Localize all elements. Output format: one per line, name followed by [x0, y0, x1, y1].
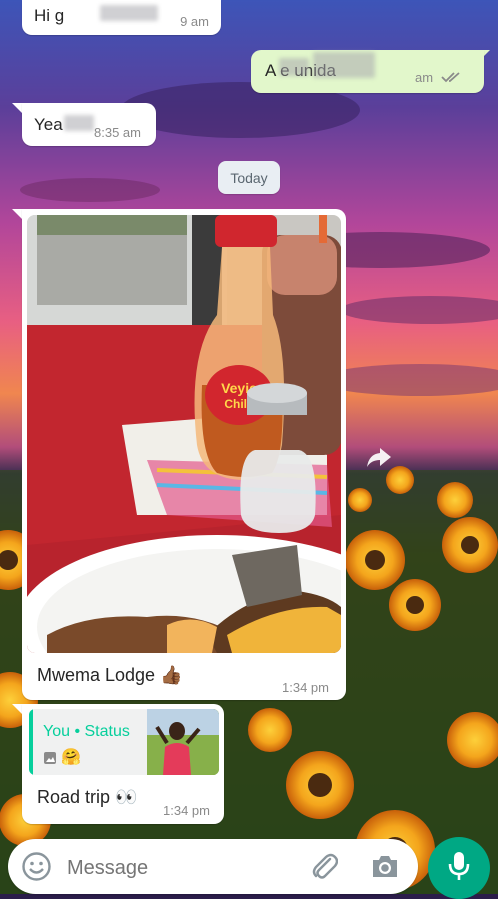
camera-icon[interactable] [370, 853, 400, 884]
thumbs-up-emoji: 👍🏾 [160, 665, 183, 685]
quote-emoji: 🤗 [61, 749, 81, 766]
message-text: Hi g [34, 6, 65, 25]
emoji-icon[interactable] [21, 851, 52, 887]
reply-text: Road trip 👀 [37, 787, 137, 808]
reply-message-text: Road trip [37, 787, 111, 807]
message-bubble-incoming[interactable]: Hi g 9 am [22, 0, 221, 35]
redacted-text [313, 52, 375, 78]
caption-text: Mwema Lodge [37, 665, 156, 685]
forward-icon[interactable] [364, 442, 394, 472]
redacted-text [64, 115, 94, 131]
message-time: 1:34 pm [163, 803, 210, 818]
status-thumbnail [147, 709, 219, 775]
mic-button[interactable] [428, 837, 490, 899]
redacted-text [279, 58, 309, 76]
message-text: Yea [34, 115, 63, 134]
read-receipt-icon [441, 70, 463, 88]
attach-icon[interactable] [310, 852, 339, 885]
quoted-status[interactable]: You • Status 🤗 [29, 709, 219, 775]
message-bubble-outgoing[interactable]: A e unida am [251, 50, 484, 93]
message-input[interactable] [65, 850, 299, 886]
photo-caption: Mwema Lodge 👍🏾 [37, 665, 183, 686]
message-time: am [415, 70, 434, 85]
quote-accent-bar [29, 709, 33, 775]
eyes-emoji: 👀 [115, 787, 138, 807]
date-divider: Today [218, 161, 280, 194]
photo-attachment[interactable]: Veyie Chilli [27, 215, 341, 653]
food-photo: Veyie Chilli [27, 215, 341, 653]
quote-author: You • Status [43, 723, 130, 740]
redacted-text [100, 5, 158, 21]
message-input-bar [8, 839, 418, 894]
image-icon [43, 751, 57, 770]
message-bubble-incoming[interactable]: Yea 8:35 am [22, 103, 156, 146]
message-time: 9 am [180, 14, 209, 29]
message-time: 8:35 am [94, 125, 141, 140]
message-time: 1:34 pm [282, 680, 329, 695]
mic-icon [447, 850, 471, 887]
